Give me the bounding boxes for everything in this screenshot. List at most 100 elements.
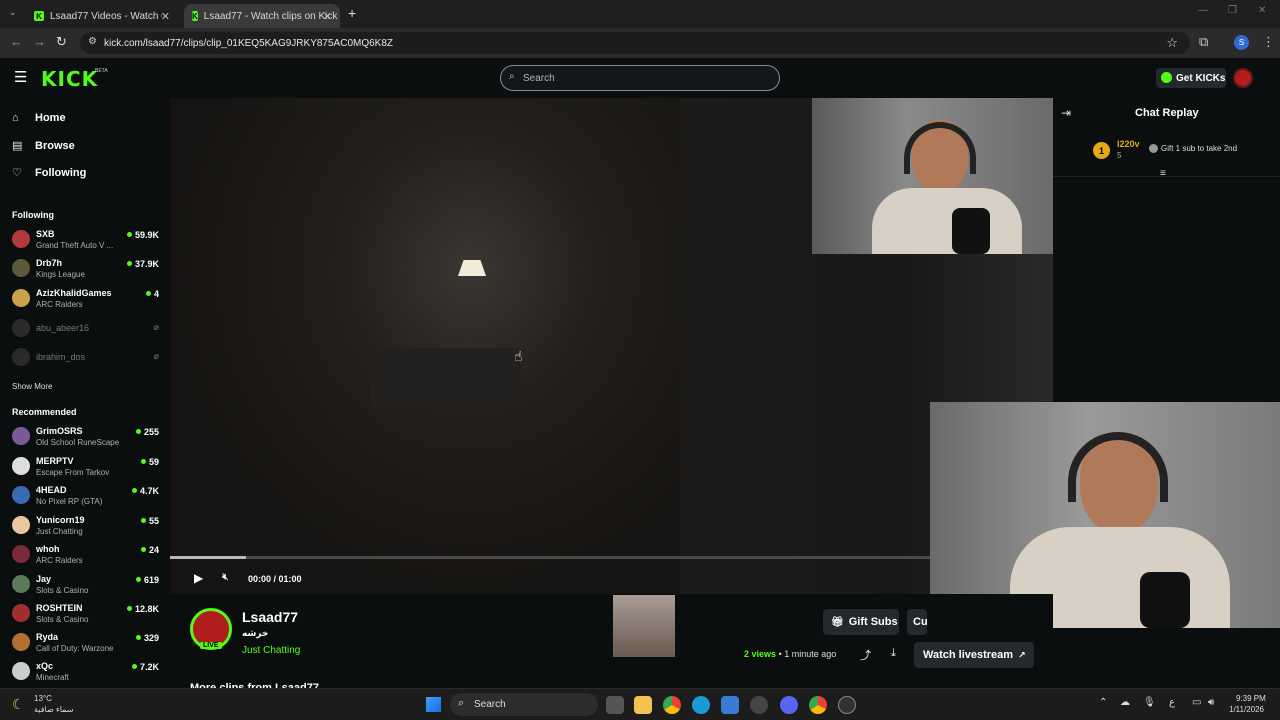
following-channel-ibrahim-dos[interactable]: ibrahim_dos ⌀	[12, 346, 162, 372]
recommended-channel-grimosrs[interactable]: GrimOSRS Old School RuneScape 255	[12, 425, 162, 451]
clip-thumbnail[interactable]	[613, 595, 675, 657]
channel-category: Kings League	[36, 270, 85, 279]
avatar	[12, 662, 30, 680]
clock-time[interactable]: 9:39 PM	[1236, 694, 1266, 703]
gift-subs-button[interactable]: 🎁︎ Gift Subs	[823, 609, 899, 635]
channel-name: Jay	[36, 574, 52, 584]
following-channel-drb7h[interactable]: Drb7h Kings League 37.9K	[12, 257, 162, 283]
search-placeholder: Search	[523, 72, 555, 84]
new-tab-button[interactable]: +	[348, 5, 356, 21]
kick-favicon-icon: K	[192, 11, 198, 21]
expand-leaderboard-icon[interactable]: ≡	[1160, 168, 1166, 179]
following-channel-abu-abeer16[interactable]: abu_abeer16 ⌀	[12, 317, 162, 343]
tab-list-chevron-icon[interactable]: ⌄	[9, 7, 17, 18]
recommended-channel-jay[interactable]: Jay Slots & Casino 619	[12, 573, 162, 599]
forward-icon[interactable]: →	[33, 34, 46, 49]
back-icon[interactable]: ←	[10, 34, 23, 49]
nav-following[interactable]: ♡ Following	[12, 166, 87, 180]
show-more-link[interactable]: Show More	[12, 382, 52, 391]
nav-label: Following	[35, 166, 87, 179]
discord-icon[interactable]	[780, 696, 798, 714]
recommended-channel-yunicorn19[interactable]: Yunicorn19 Just Chatting 55	[12, 514, 162, 540]
volume-icon[interactable]: 🔊︎	[1208, 697, 1214, 708]
live-dot	[135, 429, 141, 434]
avatar	[12, 545, 30, 563]
hamburger-menu-icon[interactable]: ☰	[14, 68, 27, 86]
edge-icon[interactable]	[692, 696, 710, 714]
bed-shape	[370, 348, 520, 408]
viewer-count-value: 7.2K	[139, 662, 159, 672]
user-avatar[interactable]	[1233, 68, 1253, 88]
channel-name[interactable]: Lsaad77	[242, 609, 298, 625]
network-icon[interactable]: ▭	[1192, 697, 1201, 708]
active-app-icon[interactable]	[838, 696, 856, 714]
recommended-channel-whoh[interactable]: whoh ARC Raiders 24	[12, 543, 162, 569]
customize-button[interactable]: Cus	[907, 609, 927, 635]
tab-title: Lsaad77 - Watch clips on Kick	[203, 10, 338, 22]
tab-videos[interactable]: K Lsaad77 Videos - Watch On-De ✕	[26, 4, 178, 28]
watch-livestream-button[interactable]: Watch livestream ↗	[914, 642, 1034, 668]
play-icon[interactable]: ▶	[194, 571, 203, 585]
kick-logo[interactable]: KICK	[41, 67, 98, 91]
channel-name: xQc	[36, 661, 54, 671]
weather-icon[interactable]: ☾	[12, 696, 25, 713]
mute-icon[interactable]: 🔇︎	[222, 571, 229, 584]
viewer-count: 55	[140, 516, 159, 526]
following-channel-azizkhalidgames[interactable]: AzizKhalidGames ARC Raiders 4	[12, 287, 162, 313]
app-icon[interactable]	[750, 696, 768, 714]
search-input[interactable]: ⌕ Search	[500, 65, 780, 91]
live-dot	[140, 547, 146, 552]
viewer-count: 329	[135, 633, 159, 643]
url-text: kick.com/lsaad77/clips/clip_01KEQ5KAG9JR…	[104, 37, 394, 49]
avatar	[12, 289, 30, 307]
address-bar[interactable]: ⚙ kick.com/lsaad77/clips/clip_01KEQ5KAG9…	[80, 32, 1190, 54]
channel-category: ARC Raiders	[36, 300, 83, 309]
mic-icon[interactable]: 🎙︎	[1143, 697, 1156, 708]
maximize-icon[interactable]: ❐	[1228, 5, 1237, 16]
clock-date[interactable]: 1/11/2026	[1229, 705, 1264, 714]
language-indicator[interactable]: ع	[1169, 697, 1175, 708]
nav-browse[interactable]: ▤ Browse	[12, 139, 75, 153]
close-tab-icon[interactable]: ✕	[323, 10, 332, 23]
tab-clips[interactable]: K Lsaad77 - Watch clips on Kick ✕	[184, 4, 340, 28]
reload-icon[interactable]: ↻	[56, 34, 67, 50]
viewer-count-value: 12.8K	[134, 604, 159, 614]
store-icon[interactable]	[721, 696, 739, 714]
minimize-icon[interactable]: —	[1198, 5, 1208, 16]
windows-start-icon[interactable]	[426, 697, 441, 712]
get-kicks-button[interactable]: Get KICKs	[1156, 68, 1226, 88]
menu-icon[interactable]: ⋮	[1262, 34, 1275, 50]
chrome-icon[interactable]	[663, 696, 681, 714]
recommended-channel-roshtein[interactable]: ROSHTEIN Slots & Casino 12.8K	[12, 602, 162, 628]
following-channel-sxb[interactable]: SXB Grand Theft Auto V ... 59.9K	[12, 228, 162, 254]
site-info-icon[interactable]: ⚙	[88, 36, 97, 47]
channel-category: Just Chatting	[36, 527, 83, 536]
recommended-channel-merptv[interactable]: MERPTV Escape From Tarkov 59	[12, 455, 162, 481]
live-dot	[131, 664, 137, 669]
channel-name: Drb7h	[36, 258, 63, 268]
share-icon[interactable]: ⤴	[860, 647, 871, 663]
bookmark-star-icon[interactable]: ☆	[1166, 35, 1178, 51]
nav-home[interactable]: ⌂ Home	[12, 112, 66, 124]
home-icon: ⌂	[12, 112, 19, 124]
taskbar-search[interactable]: ⌕ Search	[450, 693, 598, 716]
recommended-channel-ryda[interactable]: Ryda Call of Duty: Warzone 329	[12, 631, 162, 657]
task-view-icon[interactable]	[606, 696, 624, 714]
recommended-channel-4head[interactable]: 4HEAD No Pixel RP (GTA) 4.7K	[12, 484, 162, 510]
download-icon[interactable]: ⤓	[891, 647, 896, 660]
file-explorer-icon[interactable]	[634, 696, 652, 714]
close-window-icon[interactable]: ✕	[1258, 5, 1266, 16]
extensions-icon[interactable]: ⧉	[1199, 34, 1208, 50]
category-link[interactable]: Just Chatting	[242, 645, 300, 656]
chrome-profile-icon[interactable]	[809, 696, 827, 714]
progress-bar[interactable]	[170, 556, 930, 559]
recommended-channel-xqc[interactable]: xQc Minecraft 7.2K	[12, 660, 162, 686]
profile-avatar[interactable]: S	[1234, 35, 1249, 50]
leaderboard-entry[interactable]: 1 l220v 5 Gift 1 sub to take 2nd	[1091, 138, 1271, 164]
collapse-chat-icon[interactable]: ⇥	[1061, 106, 1071, 120]
onedrive-icon[interactable]: ☁	[1120, 697, 1130, 708]
views-label: views	[751, 649, 777, 659]
channel-category: Slots & Casino	[36, 615, 89, 624]
close-tab-icon[interactable]: ✕	[161, 10, 170, 23]
tray-chevron-icon[interactable]: ⌃	[1099, 697, 1107, 708]
